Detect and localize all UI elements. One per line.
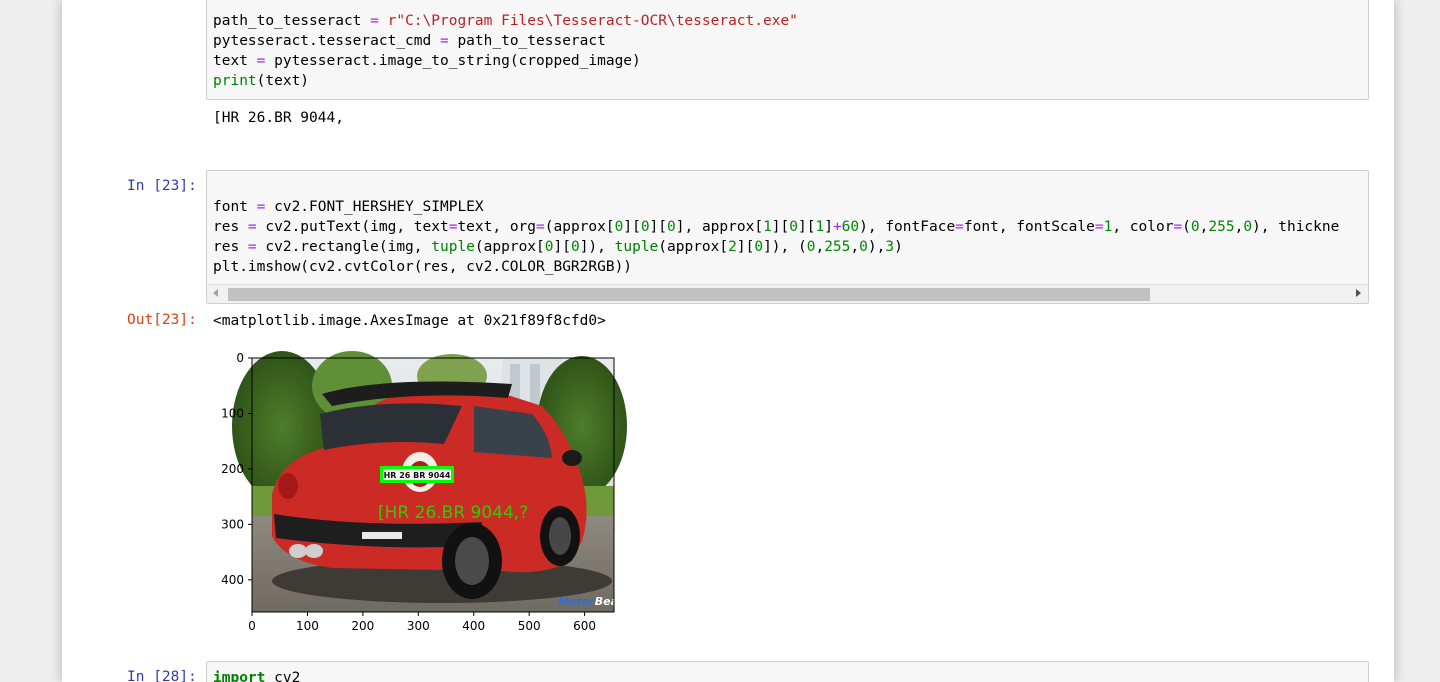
y-tick-label: 0 (236, 351, 244, 365)
code-line: font = cv2.FONT_HERSHEY_SIMPLEX (213, 199, 484, 215)
x-tick-label: 300 (407, 619, 430, 633)
code-line: pytesseract.tesseract_cmd = path_to_tess… (213, 33, 606, 49)
scroll-left-icon[interactable] (213, 289, 218, 297)
notebook-container: path_to_tesseract = r"C:\Program Files\T… (62, 0, 1394, 682)
y-tick-label: 100 (221, 406, 244, 420)
y-tick-label: 200 (221, 462, 244, 476)
cell-output-text: [HR 26.BR 9044, (213, 110, 344, 126)
y-tick-label: 400 (221, 573, 244, 587)
code-cell-input[interactable]: path_to_tesseract = r"C:\Program Files\T… (206, 0, 1369, 100)
input-prompt: In [23]: (127, 178, 197, 194)
x-tick-label: 400 (462, 619, 485, 633)
code-line: res = cv2.putText(img, text=text, org=(a… (213, 219, 1340, 235)
code-editor[interactable]: import cv2 (213, 668, 300, 682)
scroll-right-icon[interactable] (1356, 289, 1361, 297)
code-cell-input[interactable]: import cv2 (206, 661, 1369, 682)
ocr-overlay-text: [HR 26.BR 9044,? (378, 503, 528, 523)
photo-image: HR 26 BR 9044 [HR 26.BR 9044,? MotorBeam… (232, 351, 656, 612)
horizontal-scrollbar[interactable] (207, 284, 1368, 303)
code-editor[interactable]: font = cv2.FONT_HERSHEY_SIMPLEXres = cv2… (213, 177, 1339, 277)
x-tick-label: 500 (518, 619, 541, 633)
watermark-text: MotorBeam.cm (558, 595, 632, 608)
x-tick-label: 0 (248, 619, 256, 633)
x-tick-label: 200 (351, 619, 374, 633)
plate-text: HR 26 BR 9044 (384, 471, 451, 480)
code-line: path_to_tesseract = r"C:\Program Files\T… (213, 13, 798, 29)
scrollbar-thumb[interactable] (228, 288, 1150, 301)
x-tick-label: 100 (296, 619, 319, 633)
code-editor[interactable]: path_to_tesseract = r"C:\Program Files\T… (213, 11, 798, 91)
code-line: import cv2 (213, 670, 301, 682)
input-prompt: In [28]: (127, 669, 197, 682)
code-line: plt.imshow(cv2.cvtColor(res, cv2.COLOR_B… (213, 259, 633, 275)
matplotlib-output-figure: HR 26 BR 9044 [HR 26.BR 9044,? MotorBeam… (212, 346, 656, 642)
y-tick-label: 300 (221, 517, 244, 531)
output-prompt: Out[23]: (127, 312, 197, 328)
code-line: res = cv2.rectangle(img, tuple(approx[0]… (213, 239, 903, 255)
x-tick-label: 600 (573, 619, 596, 633)
code-line: print(text) (213, 73, 310, 89)
code-line: text = pytesseract.image_to_string(cropp… (213, 53, 641, 69)
cell-output-text: <matplotlib.image.AxesImage at 0x21f89f8… (213, 313, 606, 329)
code-cell-input[interactable]: font = cv2.FONT_HERSHEY_SIMPLEXres = cv2… (206, 170, 1369, 304)
